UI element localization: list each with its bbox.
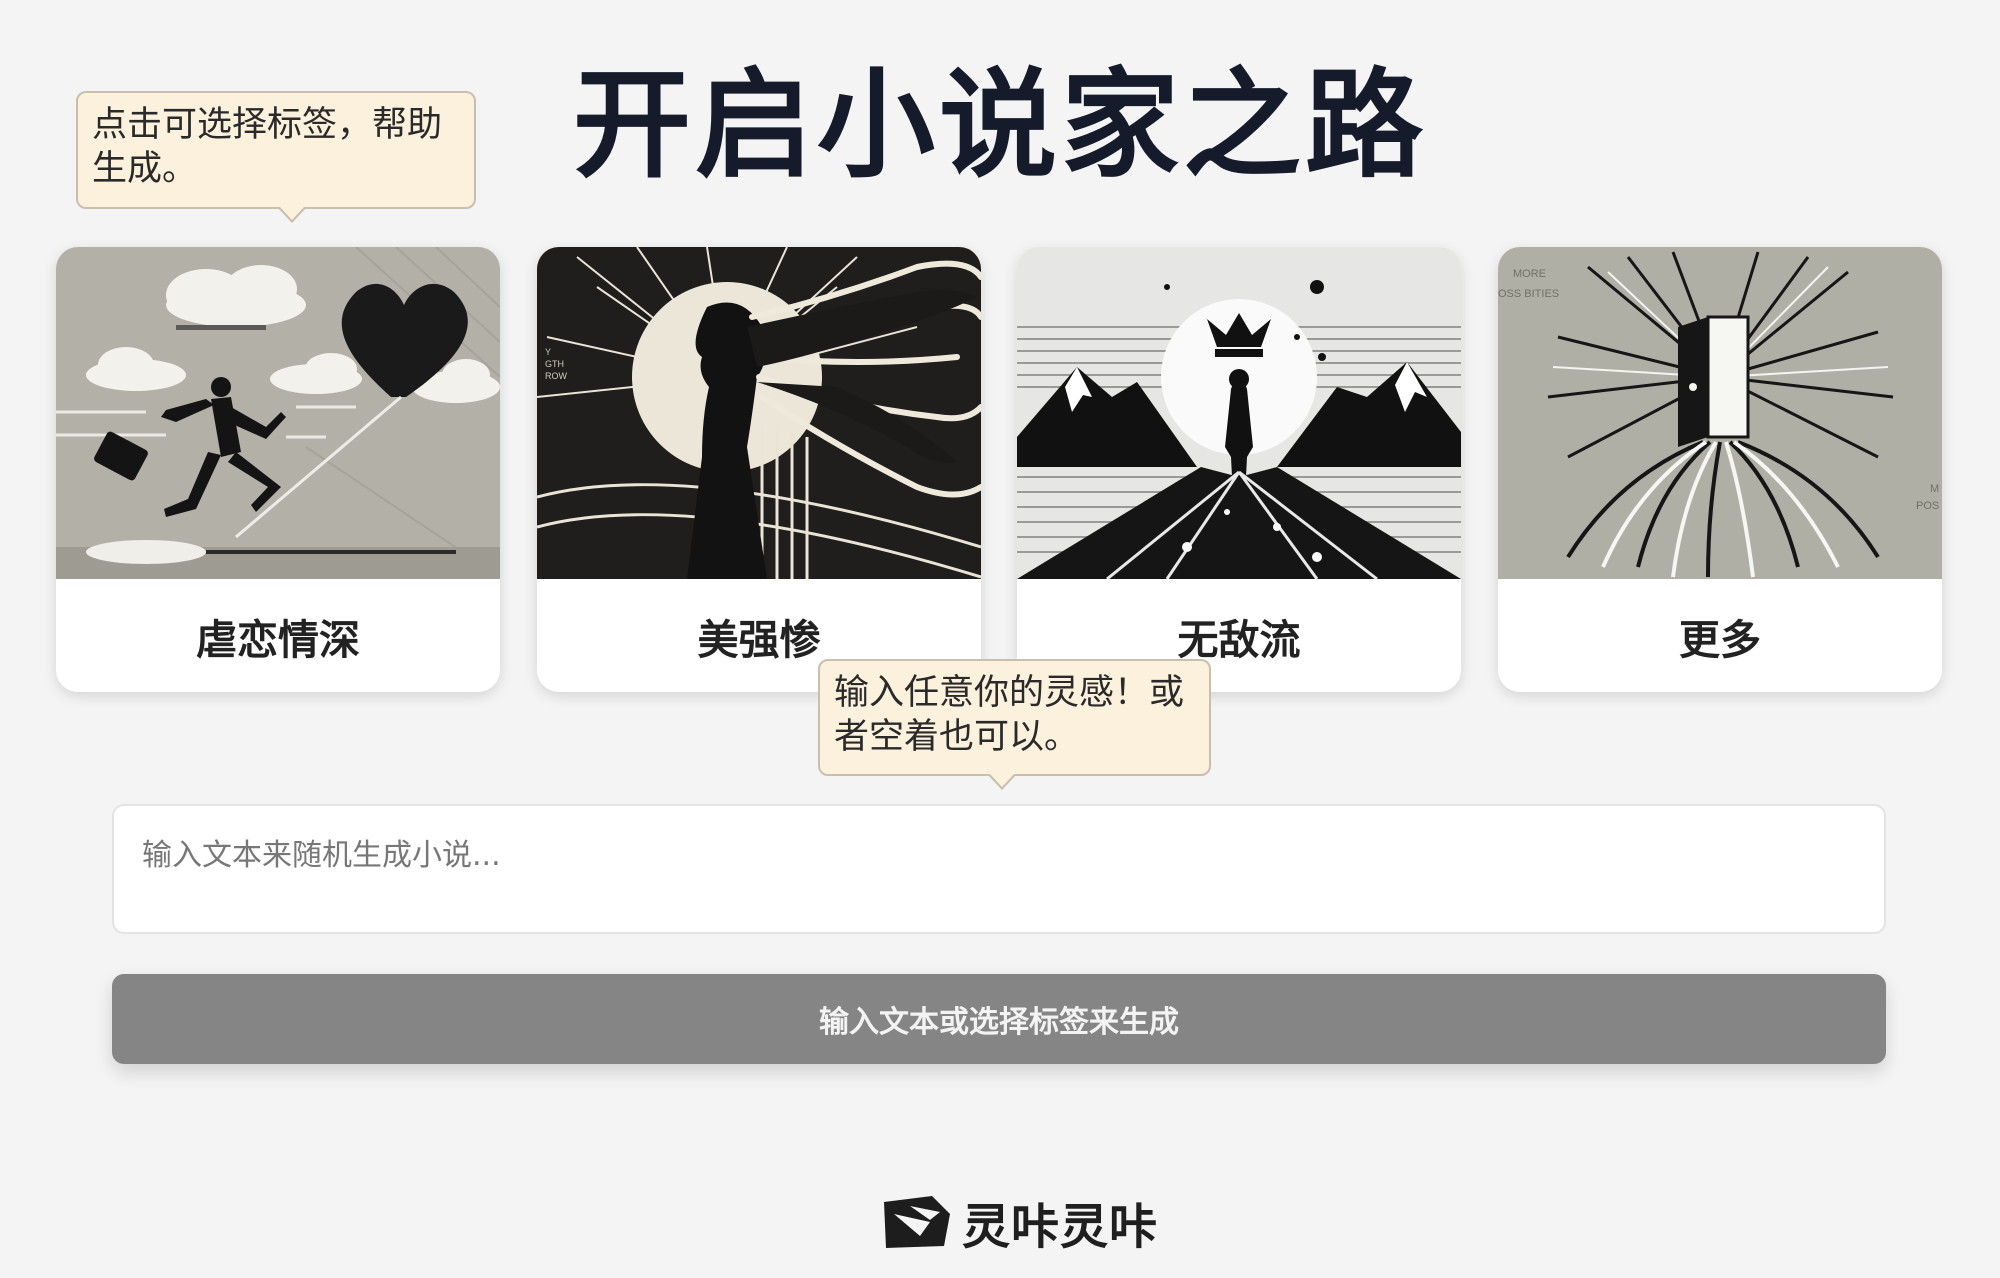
prompt-input[interactable]	[112, 804, 1886, 934]
brand-logo-icon	[884, 1196, 950, 1248]
tag-label: 更多	[1679, 615, 1761, 664]
brand-name: 灵咔灵咔	[962, 1199, 1159, 1255]
card2-image-text-1: Y	[545, 347, 551, 357]
tag-card-nuelian[interactable]: 虐恋情深	[56, 247, 500, 692]
card4-image-text-4: POS	[1916, 500, 1939, 512]
crowned-figure-mountains-illustration	[1017, 247, 1461, 579]
generate-button[interactable]: 输入文本或选择标签来生成	[112, 974, 1886, 1064]
card2-image-text-2: GTH	[545, 359, 564, 369]
card4-image-text-2: OSS BITIES	[1498, 288, 1559, 300]
tags-hint-tooltip: 点击可选择标签，帮助生成。	[76, 91, 476, 223]
card2-image-text-3: ROW	[545, 371, 568, 381]
tag-label: 虐恋情深	[196, 615, 360, 664]
open-door-rays-illustration: MORE OSS BITIES M POS	[1498, 247, 1942, 579]
card4-image-text-3: M	[1930, 483, 1939, 495]
running-man-heart-illustration	[56, 247, 500, 579]
footer-brand: 灵咔灵咔	[880, 1190, 1159, 1255]
silhouette-woman-sun-illustration: Y GTH ROW	[537, 247, 981, 579]
card4-image-text-1: MORE	[1513, 268, 1546, 280]
tag-card-meiqiangcan[interactable]: Y GTH ROW 美强惨	[537, 247, 981, 692]
tag-card-more[interactable]: MORE OSS BITIES M POS 更多	[1498, 247, 1942, 692]
input-hint-tooltip: 输入任意你的灵感！或者空着也可以。	[818, 659, 1211, 790]
tag-card-wudiliu[interactable]: 无敌流	[1017, 247, 1461, 692]
